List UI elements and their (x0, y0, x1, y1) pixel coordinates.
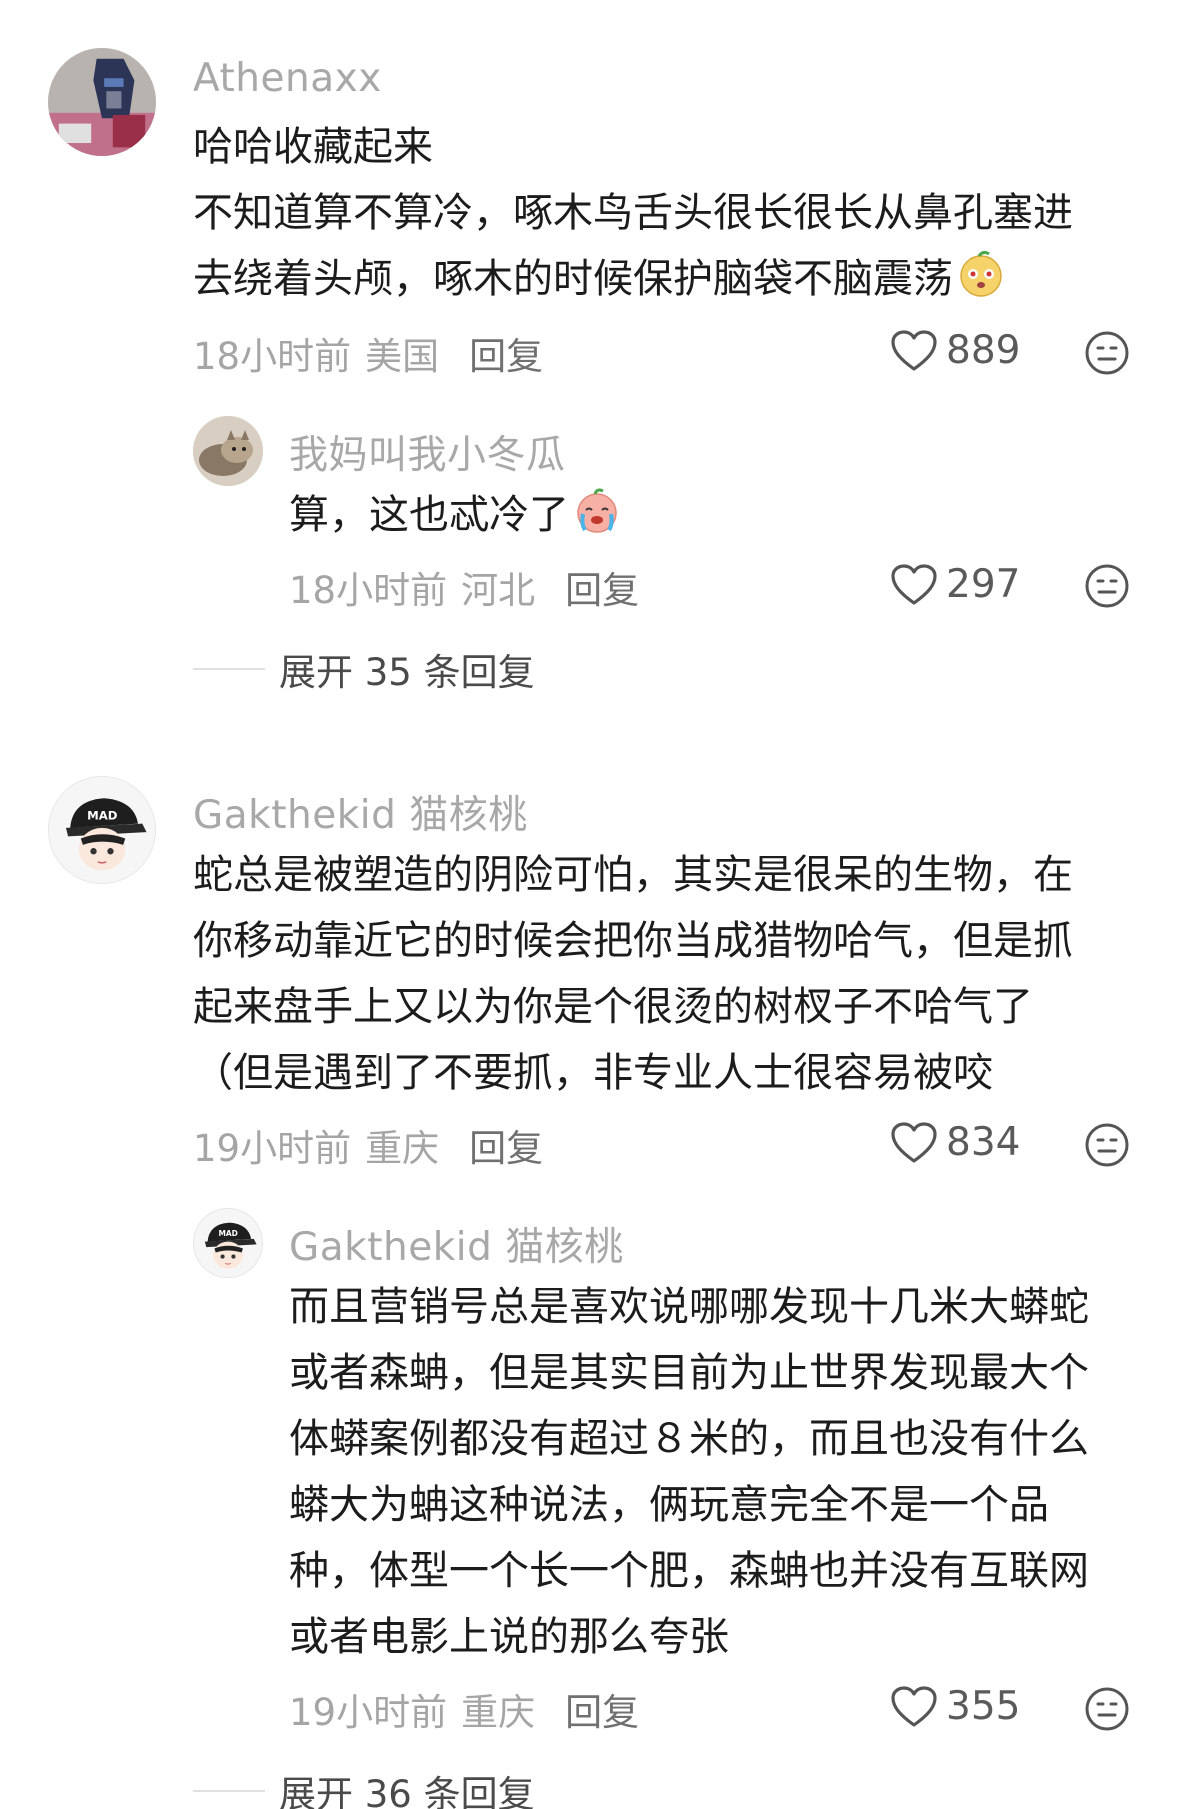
heart-outline-icon (891, 329, 937, 371)
comment-line: 蛇总是被塑造的阴险可怕，其实是很呆的生物，在 (193, 852, 1073, 898)
heart-outline-icon (891, 1685, 937, 1727)
meh-face-icon[interactable] (1084, 563, 1130, 609)
comment-meta: 18小时前 美国 回复 (193, 326, 543, 380)
comment-text: 哈哈收藏起来 不知道算不算冷，啄木鸟舌头很长很长从鼻孔塞进 去绕着头颅，啄木的时… (193, 114, 1073, 312)
comment-meta: 19小时前 重庆 回复 (193, 1118, 543, 1172)
reply-line: 而且营销号总是喜欢说哪哪发现十几米大蟒蛇 (289, 1284, 1089, 1330)
reply-line: 蟒大为蚺这种说法，俩玩意完全不是一个品 (289, 1482, 1049, 1528)
heart-outline-icon (891, 1121, 937, 1163)
reply-text: 而且营销号总是喜欢说哪哪发现十几米大蟒蛇 或者森蚺，但是其实目前为止世界发现最大… (289, 1274, 1089, 1670)
timestamp: 19小时前 (289, 1691, 448, 1734)
reply-meta: 19小时前 重庆 回复 (289, 1682, 639, 1736)
expand-replies-button[interactable]: 展开 35 条回复 (193, 642, 535, 696)
cap-boy-avatar-icon: MAD (49, 777, 155, 883)
expand-replies-label: 展开 36 条回复 (279, 1773, 535, 1809)
location: 河北 (461, 569, 536, 612)
svg-text:MAD: MAD (87, 808, 118, 822)
like-button[interactable]: 834 (890, 1120, 1020, 1165)
timestamp: 19小时前 (193, 1127, 352, 1170)
avatar[interactable] (48, 48, 156, 156)
expand-replies-label: 展开 35 条回复 (279, 651, 535, 694)
timestamp: 18小时前 (193, 335, 352, 378)
meh-face-icon[interactable] (1084, 1122, 1130, 1168)
reply-button[interactable]: 回复 (565, 1691, 639, 1734)
expand-replies-button[interactable]: 展开 36 条回复 (193, 1764, 535, 1809)
reply-line: 体蟒案例都没有超过８米的，而且也没有什么 (289, 1416, 1089, 1462)
divider (193, 1790, 265, 1792)
like-button[interactable]: 355 (890, 1684, 1020, 1729)
username[interactable]: Gakthekid 猫核桃 (289, 1216, 624, 1272)
comment-line: 哈哈收藏起来 (193, 124, 433, 170)
meh-face-icon[interactable] (1084, 330, 1130, 376)
reply-button[interactable]: 回复 (469, 1127, 543, 1170)
avatar[interactable]: MAD (193, 1208, 263, 1278)
surprised-face-emoji-icon (960, 250, 1002, 297)
crying-face-emoji-icon (577, 488, 617, 533)
comment-text: 蛇总是被塑造的阴险可怕，其实是很呆的生物，在 你移动靠近它的时候会把你当成猎物哈… (193, 842, 1073, 1106)
meh-face-icon[interactable] (1084, 1686, 1130, 1732)
location: 美国 (365, 335, 440, 378)
reply-line: 种，体型一个长一个肥，森蚺也并没有互联网 (289, 1548, 1089, 1594)
reply-line: 或者森蚺，但是其实目前为止世界发现最大个 (289, 1350, 1089, 1396)
reply-line: 或者电影上说的那么夸张 (289, 1614, 729, 1660)
like-button[interactable]: 889 (890, 328, 1020, 373)
location: 重庆 (365, 1127, 440, 1170)
like-button[interactable]: 297 (890, 562, 1020, 607)
reply-text: 算，这也忒冷了 (289, 482, 621, 548)
avatar[interactable]: MAD (48, 776, 156, 884)
location: 重庆 (461, 1691, 536, 1734)
comment-line: 起来盘手上又以为你是个很烫的树杈子不哈气了 (193, 984, 1033, 1030)
comment-line: 不知道算不算冷，啄木鸟舌头很长很长从鼻孔塞进 (193, 190, 1073, 236)
username[interactable]: 我妈叫我小冬瓜 (289, 424, 566, 480)
reply-line-text: 算，这也忒冷了 (289, 492, 569, 538)
reply-button[interactable]: 回复 (469, 335, 543, 378)
like-count: 355 (946, 1684, 1021, 1729)
like-count: 889 (946, 328, 1021, 373)
comment-line: （但是遇到了不要抓，非专业人士很容易被咬 (193, 1050, 993, 1096)
reply-meta: 18小时前 河北 回复 (289, 560, 639, 614)
timestamp: 18小时前 (289, 569, 448, 612)
divider (193, 668, 265, 670)
avatar[interactable] (193, 416, 263, 486)
reply-line: 算，这也忒冷了 (289, 482, 621, 548)
heart-outline-icon (891, 563, 937, 605)
svg-text:MAD: MAD (218, 1229, 237, 1238)
username[interactable]: Athenaxx (193, 56, 382, 101)
comment-line-text: 去绕着头颅，啄木的时候保护脑袋不脑震荡 (193, 256, 953, 302)
cap-boy-avatar-icon: MAD (194, 1209, 262, 1277)
like-count: 834 (946, 1120, 1021, 1165)
cat-avatar-icon (193, 416, 263, 486)
like-count: 297 (946, 562, 1021, 607)
reply-button[interactable]: 回复 (565, 569, 639, 612)
comment-line: 你移动靠近它的时候会把你当成猎物哈气，但是抓 (193, 918, 1073, 964)
robot-avatar-icon (48, 48, 156, 156)
comment-line: 去绕着头颅，啄木的时候保护脑袋不脑震荡 (193, 246, 1073, 312)
username[interactable]: Gakthekid 猫核桃 (193, 784, 528, 840)
